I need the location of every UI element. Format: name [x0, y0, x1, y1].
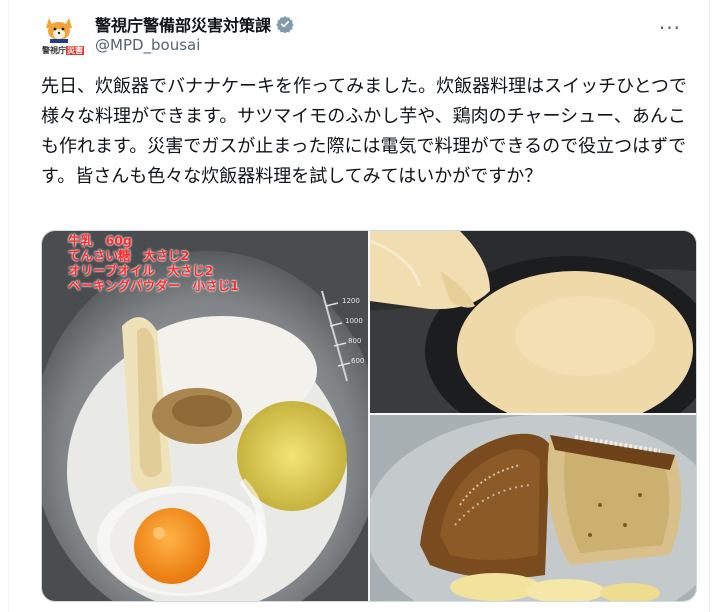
- scale-label: 800: [348, 337, 361, 345]
- batter-image: [370, 231, 696, 413]
- ingredients-overlay: 牛乳 60g てんさい糖 大さじ2 オリーブオイル 大さじ2 ベーキングパウダー…: [68, 233, 239, 293]
- photo-batter-pour[interactable]: [370, 231, 696, 413]
- cake-image: [370, 415, 696, 601]
- avatar-label: 警視庁災害: [42, 46, 84, 55]
- ingredient-line: オリーブオイル 大さじ2: [68, 263, 214, 278]
- scale-label: 600: [351, 357, 364, 365]
- photo-banana-cake[interactable]: [370, 415, 696, 601]
- scale-label: 1200: [342, 297, 360, 305]
- display-name[interactable]: 警視庁警備部災害対策課: [95, 12, 271, 36]
- more-options-icon[interactable]: ···: [659, 16, 681, 40]
- scale-label: 1000: [345, 317, 363, 325]
- verified-badge-icon[interactable]: [276, 15, 294, 33]
- ingredient-line: 牛乳 60g: [68, 233, 132, 248]
- ingredient-line: ベーキングパウダー 小さじ1: [68, 278, 239, 293]
- ingredient-line: てんさい糖 大さじ2: [68, 248, 190, 263]
- avatar-badge: 災害: [66, 46, 84, 55]
- tweet-header: 警視庁災害 警視庁警備部災害対策課 @MPD_bousai ···: [33, 10, 685, 64]
- name-row: 警視庁警備部災害対策課: [95, 12, 294, 36]
- tweet-card: 警視庁災害 警視庁警備部災害対策課 @MPD_bousai ··· 先日、炊飯器…: [8, 0, 710, 612]
- tweet-text: 先日、炊飯器でバナナケーキを作ってみました。炊飯器料理はスイッチひとつで様々な料…: [41, 76, 687, 187]
- media-grid: 1200 1000 800 600 牛乳 60g てんさい糖 大さじ2 オリーブ…: [41, 230, 697, 602]
- avatar[interactable]: 警視庁災害: [37, 14, 84, 58]
- photo-mixing-bowl[interactable]: 1200 1000 800 600 牛乳 60g てんさい糖 大さじ2 オリーブ…: [42, 231, 368, 601]
- handle[interactable]: @MPD_bousai: [95, 36, 200, 54]
